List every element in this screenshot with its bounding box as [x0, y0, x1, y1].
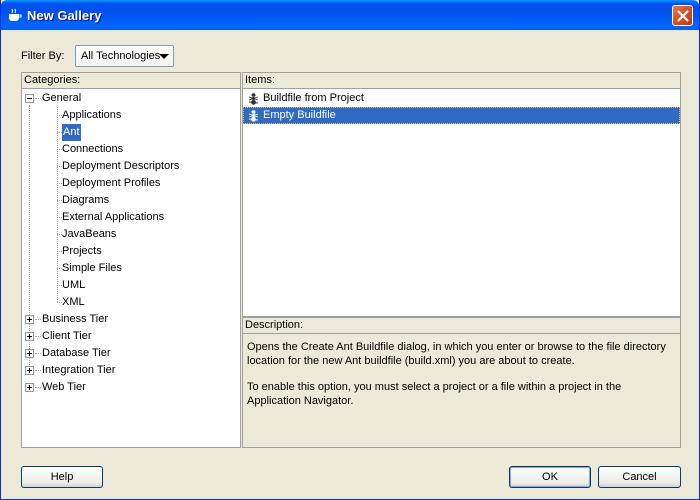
- tree-item-label: Deployment Profiles: [62, 177, 161, 189]
- window-title: New Gallery: [27, 8, 102, 23]
- tree-item-label: Database Tier: [42, 347, 111, 359]
- coffee-cup-icon: [9, 8, 22, 21]
- description-paragraph-1: Opens the Create Ant Buildfile dialog, i…: [247, 341, 666, 367]
- categories-panel: Categories: General Applications Ant Conne…: [21, 72, 241, 448]
- tree-item-integration-tier[interactable]: Integration Tier: [25, 362, 225, 379]
- tree-item-label: Web Tier: [42, 381, 86, 393]
- expand-icon[interactable]: [25, 332, 34, 341]
- expand-icon[interactable]: [25, 349, 34, 358]
- filter-label: Filter By:: [21, 50, 65, 62]
- tree-item-label: Connections: [62, 143, 124, 155]
- cancel-button[interactable]: Cancel: [598, 466, 681, 488]
- expand-icon[interactable]: [25, 315, 34, 324]
- tree-item-web-tier[interactable]: Web Tier: [25, 379, 225, 396]
- tree-item-general[interactable]: General: [25, 90, 225, 107]
- tree-item-label: UML: [62, 279, 86, 291]
- filter-value: All Technologies: [81, 50, 161, 62]
- close-icon: [677, 10, 689, 22]
- items-header: Items:: [243, 73, 680, 89]
- ant-icon: [248, 110, 259, 122]
- tree-item-label: Projects: [62, 245, 102, 257]
- categories-tree: General Applications Ant Connections Deploy…: [22, 90, 240, 447]
- tree-item-label: XML: [62, 296, 85, 308]
- tree-item-label: Ant: [62, 124, 81, 141]
- ok-button[interactable]: OK: [509, 466, 591, 488]
- tree-item-label: Client Tier: [42, 330, 92, 342]
- list-item-buildfile-from-project[interactable]: Buildfile from Project: [243, 90, 680, 107]
- close-button[interactable]: [672, 5, 693, 26]
- tree-item-client-tier[interactable]: Client Tier: [25, 328, 225, 345]
- new-gallery-dialog: New Gallery Filter By: All Technologies …: [0, 0, 700, 500]
- tree-item-label: JavaBeans: [62, 228, 117, 240]
- description-paragraph-2: To enable this option, you must select a…: [247, 381, 622, 407]
- items-panel: Items: Buildfile from Project Empty Buil…: [242, 72, 681, 317]
- help-button[interactable]: Help: [21, 466, 103, 488]
- categories-header: Categories:: [22, 73, 240, 89]
- expand-icon[interactable]: [25, 383, 34, 392]
- title-bar[interactable]: New Gallery: [1, 0, 699, 30]
- collapse-icon[interactable]: [25, 94, 34, 103]
- description-panel: Description: Opens the Create Ant Buildf…: [242, 317, 681, 448]
- tree-item-database-tier[interactable]: Database Tier: [25, 345, 225, 362]
- tree-item-label: Simple Files: [62, 262, 122, 274]
- tree-item-label: Integration Tier: [42, 364, 116, 376]
- tree-item-label: External Applications: [62, 211, 165, 223]
- list-item-empty-buildfile[interactable]: Empty Buildfile: [243, 107, 680, 124]
- description-header: Description:: [243, 318, 680, 334]
- expand-icon[interactable]: [25, 366, 34, 375]
- tree-item-label: Applications: [62, 109, 122, 121]
- tree-item-label: Diagrams: [62, 194, 110, 206]
- description-text: Opens the Create Ant Buildfile dialog, i…: [247, 340, 676, 420]
- tree-item-business-tier[interactable]: Business Tier: [25, 311, 225, 328]
- filter-dropdown[interactable]: All Technologies: [75, 45, 174, 67]
- tree-item-label: Business Tier: [42, 313, 109, 325]
- chevron-down-icon[interactable]: [159, 54, 169, 59]
- ant-icon: [248, 93, 259, 105]
- tree-item-label: Deployment Descriptors: [62, 160, 180, 172]
